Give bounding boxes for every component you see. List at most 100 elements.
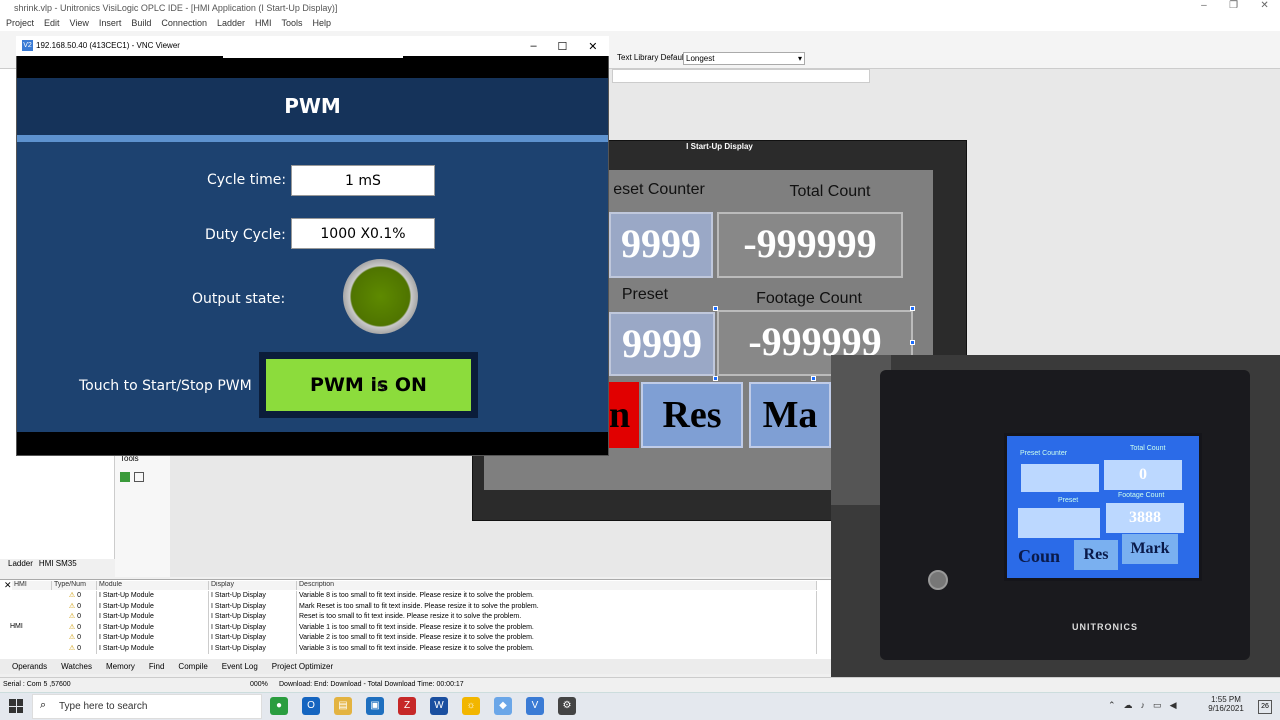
project-tabs: Ladder HMI SM35 (0, 559, 115, 573)
text-library-label: Text Library Default (617, 53, 686, 62)
selection-handle[interactable] (811, 376, 816, 381)
col-description[interactable]: Description (297, 581, 817, 590)
selection-handle[interactable] (910, 306, 915, 311)
menu-insert[interactable]: Insert (99, 18, 122, 29)
col-type-num[interactable]: Type/Num (52, 581, 97, 590)
dev-mark-button: Mark (1122, 534, 1178, 564)
table-row[interactable]: ⚠ 0 I Start-Up Module I Start-Up Display… (52, 601, 817, 612)
device-knob (928, 570, 948, 590)
tool-icon[interactable] (120, 472, 130, 482)
minimize-icon[interactable]: – (530, 40, 536, 52)
serial-status: Serial : Com 5 ,57600 (3, 681, 71, 688)
warning-icon: ⚠ 0 (52, 601, 97, 612)
count-button-label: n (609, 394, 631, 436)
pwm-toggle-button[interactable]: PWM is ON (266, 359, 471, 411)
sun-icon[interactable]: ☼ (462, 697, 480, 715)
row-num: 0 (77, 623, 82, 631)
vnc-taskbar-icon[interactable]: V (526, 697, 544, 715)
minimize-icon[interactable]: – (1201, 0, 1207, 16)
cycle-time-label: Cycle time: (207, 172, 287, 188)
col-display[interactable]: Display (209, 581, 297, 590)
mark-button[interactable]: Ma (749, 382, 831, 448)
row-num: 0 (77, 634, 82, 641)
close-icon[interactable]: ✕ (4, 580, 12, 591)
row-num: 0 (77, 644, 82, 652)
menu-tools[interactable]: Tools (282, 18, 303, 29)
row-num: 0 (77, 613, 82, 620)
close-icon[interactable]: ✕ (1260, 0, 1268, 16)
dev-footage-count-label: Footage Count (1118, 492, 1165, 499)
tab-hmi-sm35[interactable]: HMI SM35 (39, 559, 77, 573)
menu-hmi[interactable]: HMI (255, 18, 272, 29)
settings-icon[interactable]: ⚙ (558, 697, 576, 715)
table-row[interactable]: ⚠ 0 I Start-Up Module I Start-Up Display… (52, 643, 817, 654)
row-module: I Start-Up Module (97, 633, 209, 644)
folder-icon[interactable]: ▤ (334, 697, 352, 715)
cycle-time-field[interactable]: 1 mS (291, 165, 435, 196)
chat-icon[interactable]: ◆ (494, 697, 512, 715)
search-icon: ⌕ (40, 699, 47, 711)
network-icon[interactable]: ▭ (1153, 700, 1162, 711)
table-row[interactable]: ⚠ 0 I Start-Up Module I Start-Up Display… (52, 622, 817, 633)
tab-event-log[interactable]: Event Log (222, 662, 258, 671)
microphone-icon[interactable]: ♪ (1141, 700, 1146, 711)
reset-button[interactable]: Res (641, 382, 743, 448)
menu-view[interactable]: View (70, 18, 89, 29)
ide-title-bar: shrink.vlp - Unitronics VisiLogic OPLC I… (0, 0, 1280, 16)
tab-find[interactable]: Find (149, 662, 165, 671)
menu-help[interactable]: Help (313, 18, 332, 29)
taskbar-apps: ● O ▤ ▣ Z W ☼ ◆ V ⚙ (270, 697, 576, 715)
outlook-icon[interactable]: O (302, 697, 320, 715)
text-library-select[interactable]: Longest ▾ (683, 52, 805, 65)
tab-watches[interactable]: Watches (61, 662, 92, 671)
preset-counter-value[interactable]: 9999 (609, 212, 713, 278)
selection-handle[interactable] (713, 306, 718, 311)
menu-ladder[interactable]: Ladder (217, 18, 245, 29)
row-display: I Start-Up Display (209, 591, 297, 602)
pwm-header-stripe (17, 135, 608, 142)
menu-connection[interactable]: Connection (161, 18, 207, 29)
menu-project[interactable]: Project (6, 18, 34, 29)
notification-icon[interactable]: 26 (1258, 700, 1272, 714)
restore-icon[interactable]: ❐ (1229, 0, 1238, 16)
taskbar-search-input[interactable]: Type here to search (32, 694, 262, 719)
selection-handle[interactable] (713, 376, 718, 381)
duty-cycle-field[interactable]: 1000 X0.1% (291, 218, 435, 249)
row-module: I Start-Up Module (97, 612, 209, 623)
table-row[interactable]: ⚠ 0 I Start-Up Module I Start-Up Display… (52, 633, 817, 644)
tab-memory[interactable]: Memory (106, 662, 135, 671)
app-icon[interactable]: ▣ (366, 697, 384, 715)
row-module: I Start-Up Module (97, 622, 209, 633)
preset-value[interactable]: 9999 (609, 312, 715, 376)
vnc-top-bar (223, 56, 403, 58)
windows-start-icon[interactable] (9, 699, 23, 713)
dev-total-count-label: Total Count (1130, 445, 1166, 452)
filezilla-icon[interactable]: Z (398, 697, 416, 715)
col-module[interactable]: Module (97, 581, 209, 590)
cloud-icon[interactable]: ☁ (1124, 700, 1133, 711)
dev-preset-label: Preset (1058, 497, 1079, 504)
tab-ladder[interactable]: Ladder (8, 559, 33, 573)
tab-project-optimizer[interactable]: Project Optimizer (272, 662, 333, 671)
chrome-icon[interactable]: ● (270, 697, 288, 715)
count-button-red[interactable]: n (609, 382, 639, 448)
grid-icon[interactable] (134, 472, 144, 482)
word-icon[interactable]: W (430, 697, 448, 715)
col-hmi[interactable]: HMI (12, 581, 52, 590)
total-count-value[interactable]: -999999 (717, 212, 903, 278)
taskbar-clock[interactable]: 1:55 PM 9/16/2021 (1200, 695, 1252, 713)
menu-edit[interactable]: Edit (44, 18, 60, 29)
tab-compile[interactable]: Compile (178, 662, 207, 671)
selection-handle[interactable] (910, 340, 915, 345)
row-display: I Start-Up Display (209, 643, 297, 654)
table-row[interactable]: ⚠ 0 I Start-Up Module I Start-Up Display… (52, 612, 817, 623)
tab-operands[interactable]: Operands (12, 662, 47, 671)
chevron-up-icon[interactable]: ⌃ (1108, 700, 1116, 711)
touch-label: Touch to Start/Stop PWM (79, 378, 252, 394)
menu-bar: Project Edit View Insert Build Connectio… (0, 16, 1280, 31)
close-icon[interactable]: ✕ (588, 40, 597, 53)
speaker-icon[interactable]: ◀ (1170, 700, 1177, 711)
menu-build[interactable]: Build (131, 18, 151, 29)
table-row[interactable]: ⚠ 0 I Start-Up Module I Start-Up Display… (52, 591, 817, 602)
maximize-icon[interactable]: ☐ (558, 40, 568, 53)
